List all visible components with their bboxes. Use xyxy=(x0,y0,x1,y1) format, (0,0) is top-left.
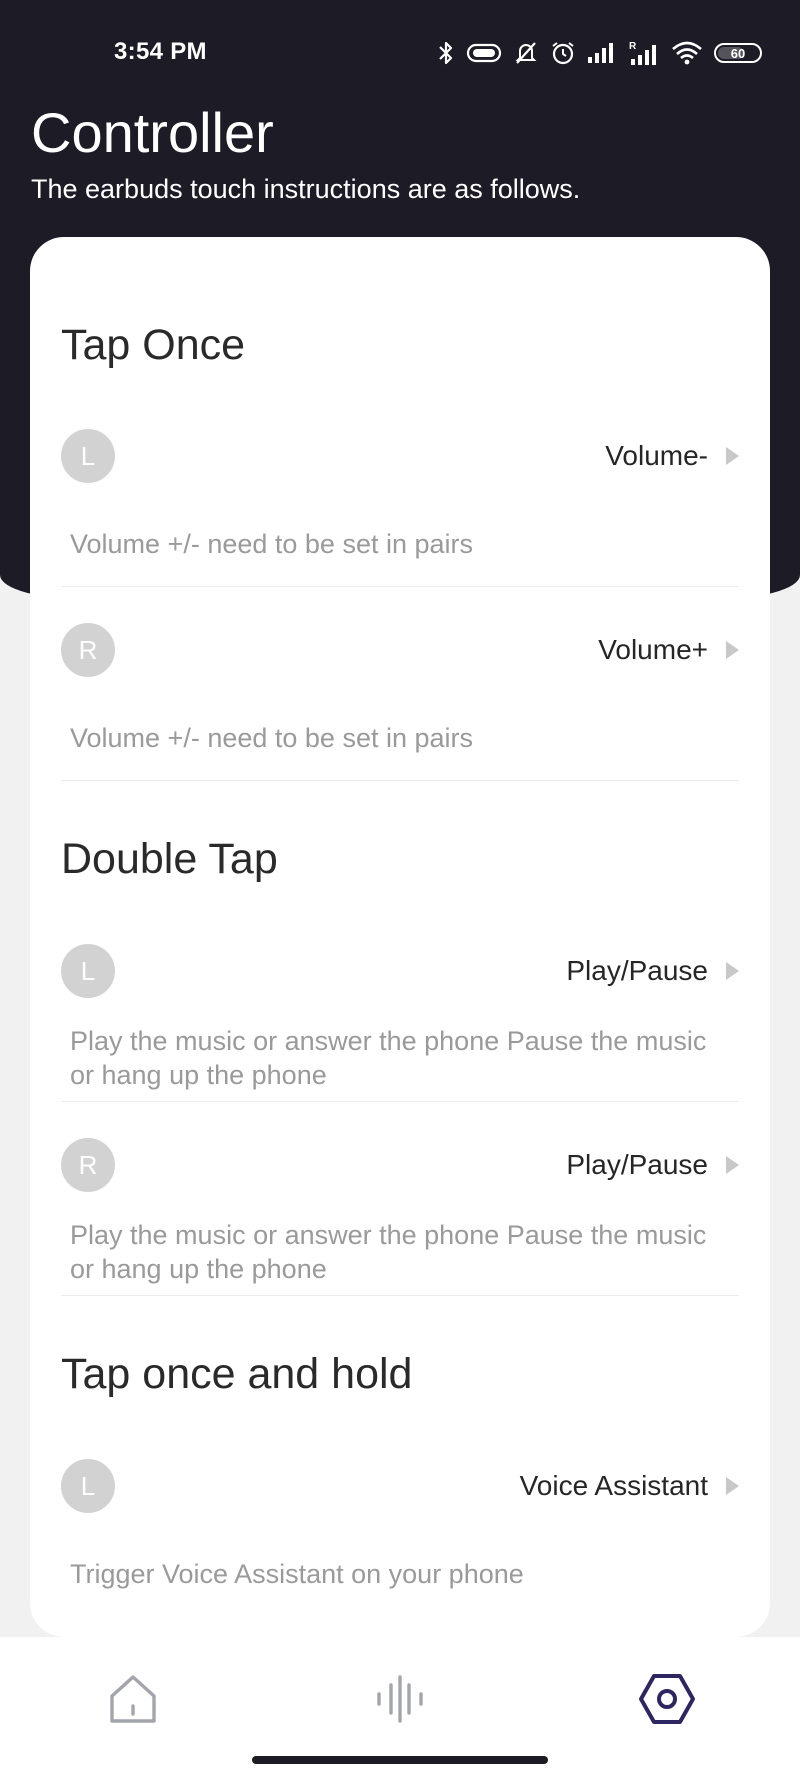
home-icon xyxy=(110,1675,156,1723)
nav-settings-button[interactable] xyxy=(627,1659,707,1739)
right-earbud-badge: R xyxy=(61,1138,115,1192)
action-label: Volume- xyxy=(605,440,708,471)
chevron-right-icon xyxy=(726,962,739,980)
left-earbud-badge: L xyxy=(61,429,115,483)
action-label: Play/Pause xyxy=(566,955,708,986)
section-title-tap-once-and-hold: Tap once and hold xyxy=(61,1350,413,1398)
wifi-icon xyxy=(671,41,703,65)
action-label: Play/Pause xyxy=(566,1149,708,1180)
row-description: Volume +/- need to be set in pairs xyxy=(70,723,473,753)
chevron-right-icon xyxy=(726,447,739,465)
chevron-right-icon xyxy=(726,1477,739,1495)
action-select-tap-once-left[interactable]: Volume- xyxy=(605,429,739,483)
controller-card: Tap Once L Volume- Volume +/- need to be… xyxy=(30,237,770,1637)
row-description: Play the music or answer the phone Pause… xyxy=(70,1026,707,1090)
page-subtitle: The earbuds touch instructions are as fo… xyxy=(31,174,581,204)
control-row-double-tap-right: R Play/Pause Play the music or answer th… xyxy=(61,1138,739,1296)
bluetooth-icon xyxy=(437,40,455,66)
bottom-nav xyxy=(0,1637,800,1777)
control-row-tap-once-right: R Volume+ Volume +/- need to be set in p… xyxy=(61,623,739,781)
nav-home-button[interactable] xyxy=(93,1659,173,1739)
status-icons: R 60 xyxy=(437,38,762,68)
headset-connected-icon xyxy=(466,42,502,64)
chevron-right-icon xyxy=(726,1156,739,1174)
equalizer-icon xyxy=(377,1675,423,1723)
nav-equalizer-button[interactable] xyxy=(360,1659,440,1739)
status-bar: 3:54 PM R 60 xyxy=(0,0,800,110)
page-title: Controller xyxy=(31,101,274,164)
left-earbud-badge: L xyxy=(61,944,115,998)
left-earbud-badge: L xyxy=(61,1459,115,1513)
action-label: Voice Assistant xyxy=(519,1470,708,1501)
row-description: Volume +/- need to be set in pairs xyxy=(70,529,473,559)
action-select-hold-left[interactable]: Voice Assistant xyxy=(520,1459,739,1513)
row-description: Play the music or answer the phone Pause… xyxy=(70,1220,707,1284)
status-time: 3:54 PM xyxy=(114,38,207,65)
battery-level: 60 xyxy=(730,45,746,61)
control-row-hold-left: L Voice Assistant Trigger Voice Assistan… xyxy=(61,1459,739,1616)
action-select-double-tap-right[interactable]: Play/Pause xyxy=(566,1138,739,1192)
signal-roaming-icon: R xyxy=(628,40,660,66)
action-select-tap-once-right[interactable]: Volume+ xyxy=(598,623,739,677)
svg-text:R: R xyxy=(629,41,637,52)
home-indicator xyxy=(252,1756,548,1764)
action-label: Volume+ xyxy=(598,634,708,665)
alarm-icon xyxy=(550,40,576,66)
battery-icon: 60 xyxy=(714,43,762,63)
signal-icon xyxy=(587,42,617,64)
section-title-tap-once: Tap Once xyxy=(61,321,246,369)
right-earbud-badge: R xyxy=(61,623,115,677)
muted-bell-icon xyxy=(513,40,539,66)
action-select-double-tap-left[interactable]: Play/Pause xyxy=(566,944,739,998)
chevron-right-icon xyxy=(726,641,739,659)
control-row-double-tap-left: L Play/Pause Play the music or answer th… xyxy=(61,944,739,1102)
section-title-double-tap: Double Tap xyxy=(61,835,278,883)
row-description: Trigger Voice Assistant on your phone xyxy=(70,1559,524,1589)
control-row-tap-once-left: L Volume- Volume +/- need to be set in p… xyxy=(61,429,739,587)
settings-hexagon-icon xyxy=(639,1674,695,1724)
